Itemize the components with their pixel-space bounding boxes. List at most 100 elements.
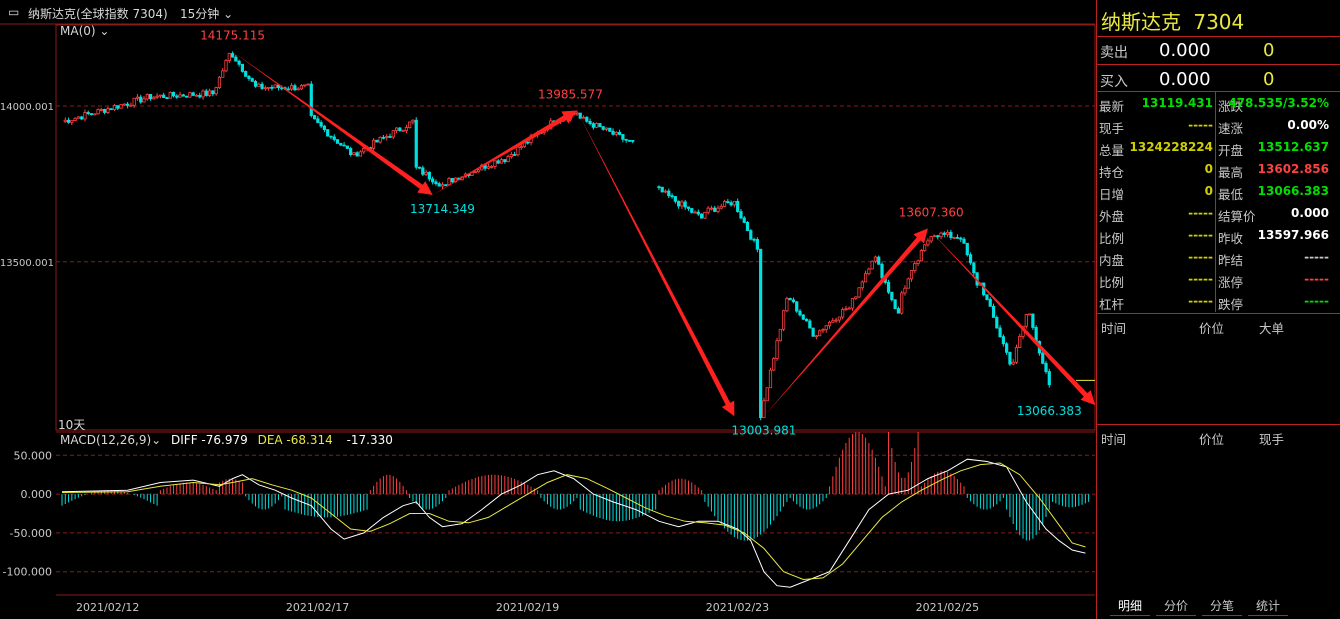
candle-body	[706, 207, 710, 213]
candle-body	[119, 104, 123, 109]
quote-field-value: -----	[1304, 294, 1329, 308]
candle-body	[126, 103, 130, 106]
candle-body	[690, 208, 694, 213]
candle-body	[388, 136, 392, 138]
candle-body	[421, 167, 425, 175]
candle-body	[631, 140, 635, 142]
candle-body	[404, 127, 409, 131]
candle-body	[178, 94, 182, 98]
candle-body	[936, 235, 940, 238]
candle-body	[585, 116, 589, 122]
candle-body	[434, 181, 438, 185]
candle-body	[63, 119, 67, 123]
quote-field-label: 比例	[1099, 231, 1125, 246]
candle-body	[873, 256, 878, 262]
axes: 14000.001 13500.001 50.000 0.000 -50.000 -100…	[0, 102, 1095, 614]
quote-field-value: -----	[1188, 272, 1213, 286]
candle-body	[286, 88, 290, 91]
candle-body	[1011, 361, 1015, 365]
candle-body	[476, 169, 481, 173]
candle-body	[414, 119, 418, 168]
candle-body	[244, 71, 248, 77]
candle-body	[1014, 347, 1019, 363]
candle-body	[296, 88, 300, 91]
candle-body	[175, 95, 179, 98]
candle-body	[322, 125, 327, 130]
price-axis-tick: 14000.001	[0, 102, 54, 113]
candle-body	[988, 299, 992, 307]
quote-field-value: 478.535/3.52%	[1228, 96, 1329, 110]
tab-2[interactable]: 分笔	[1202, 597, 1242, 616]
quote-field-value: 0.00%	[1287, 118, 1329, 132]
candle-body	[814, 335, 819, 338]
candle-body	[132, 97, 136, 106]
candle-body	[722, 201, 727, 207]
candle-body	[821, 329, 825, 332]
date-axis-tick: 2021/02/19	[496, 601, 559, 614]
tab-0[interactable]: 明细	[1110, 597, 1150, 616]
candle-body	[273, 84, 277, 89]
candle-body	[703, 211, 707, 219]
ma-indicator-label[interactable]: MA(0) ⌄	[60, 24, 109, 38]
candle-body	[257, 83, 261, 87]
candle-body	[906, 278, 910, 289]
quote-field-value: 0.000	[1291, 206, 1329, 220]
quote-field-value: -----	[1188, 228, 1213, 242]
candle-body	[1001, 336, 1005, 345]
candle-body	[204, 90, 208, 96]
buy-label: 买入	[1100, 74, 1128, 90]
quote-field-value: -----	[1304, 250, 1329, 264]
candle-body	[148, 94, 153, 100]
price-axis-tick: 13500.001	[0, 258, 54, 269]
candle-body	[342, 144, 346, 147]
candle-body	[253, 80, 258, 87]
candle-body	[713, 207, 717, 212]
candle-body	[394, 127, 399, 131]
tab-3[interactable]: 统计	[1248, 597, 1288, 616]
candle-body	[608, 127, 612, 132]
candle-body	[995, 317, 999, 329]
candle-body	[303, 84, 307, 87]
macd-label[interactable]: MACD(12,26,9)⌄	[60, 433, 161, 447]
candle-body	[867, 268, 871, 275]
candle-body	[506, 156, 510, 163]
candle-body	[791, 299, 796, 303]
candle-body	[93, 113, 97, 116]
candle-body	[408, 121, 412, 129]
quote-field-label: 杠杆	[1099, 297, 1125, 312]
candle-body	[76, 116, 80, 119]
candle-body	[614, 131, 618, 135]
buy-price: 0.000	[1159, 69, 1211, 90]
candle-body	[801, 314, 805, 320]
candle-body	[893, 299, 897, 309]
candle-body	[890, 291, 894, 301]
trend-arrow	[232, 51, 433, 195]
candle-body	[742, 217, 746, 223]
tab-1[interactable]: 分价	[1156, 597, 1196, 616]
quote-field-label: 最新	[1099, 99, 1125, 114]
date-axis-tick: 2021/02/12	[76, 601, 139, 614]
candle-body	[1024, 314, 1028, 327]
quote-title: 纳斯达克 7304	[1101, 6, 1244, 35]
candle-body	[450, 178, 454, 183]
macd-histogram	[61, 432, 1090, 541]
candle-body	[860, 281, 864, 289]
candle-body	[785, 298, 789, 312]
sell-price: 0.000	[1159, 40, 1211, 61]
candle-body	[598, 123, 602, 128]
quote-field-label: 开盘	[1218, 143, 1244, 158]
kline-chart[interactable]: 14175.115 13714.349 13985.577 13003.981 1360…	[0, 0, 1096, 619]
candle-body	[349, 148, 353, 155]
candle-body	[700, 213, 704, 219]
candle-body	[427, 171, 431, 180]
candle-body	[444, 184, 448, 187]
candle-body	[732, 200, 737, 206]
candle-body	[673, 196, 677, 202]
quote-field-value: -----	[1188, 250, 1213, 264]
candle-body	[352, 152, 356, 155]
candle-body	[804, 318, 809, 322]
candle-body	[880, 263, 884, 279]
candle-body	[808, 320, 812, 329]
candle-body	[939, 232, 943, 238]
macd-line-diff	[61, 458, 1086, 588]
